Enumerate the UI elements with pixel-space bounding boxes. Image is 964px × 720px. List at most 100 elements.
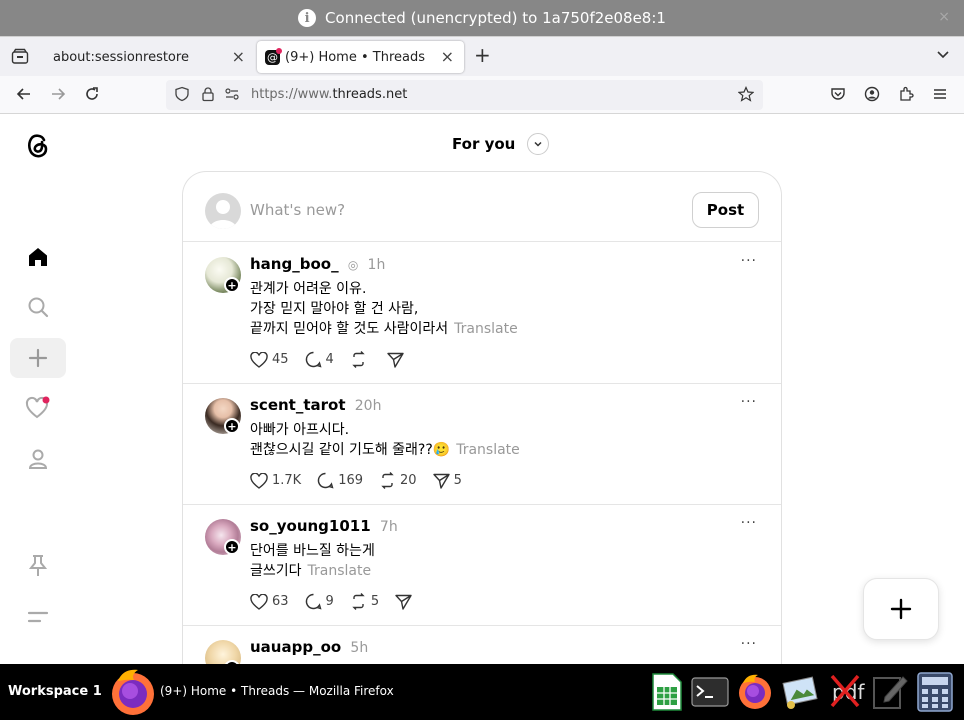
text-editor-icon[interactable] <box>871 672 909 712</box>
bookmark-star-icon[interactable] <box>737 86 755 106</box>
like-button[interactable]: 45 <box>250 351 289 368</box>
post-text: 관계가 어려운 이유. 가장 믿지 말아야 할 건 사람, 끝까지 믿어야 할 … <box>250 279 750 339</box>
lock-icon[interactable] <box>200 86 216 106</box>
translate-link[interactable]: Translate <box>454 321 518 337</box>
avatar[interactable]: + <box>205 257 241 293</box>
avatar[interactable]: + <box>205 519 241 555</box>
composer-placeholder[interactable]: What's new? <box>250 201 345 219</box>
repost-button[interactable]: 5 <box>350 593 379 610</box>
spreadsheet-icon[interactable] <box>648 672 686 712</box>
threads-logo-icon[interactable] <box>24 131 52 159</box>
repost-button[interactable]: 20 <box>379 472 417 489</box>
new-thread-fab[interactable] <box>863 578 939 640</box>
pocket-icon[interactable] <box>828 84 848 104</box>
post[interactable]: + scent_tarot 20h ··· 아빠가 아프시다. 괜찮으시길 같이… <box>183 384 781 505</box>
more-options-icon[interactable]: ··· <box>741 394 757 410</box>
pdf-icon[interactable]: pdf <box>826 672 864 712</box>
feed-selector[interactable]: For you <box>452 133 550 155</box>
firefox-view-icon[interactable] <box>11 48 29 65</box>
post-author[interactable]: so_young1011 7h <box>250 517 398 535</box>
account-icon[interactable] <box>862 84 882 104</box>
terminal-icon[interactable] <box>691 672 729 712</box>
plus-icon <box>890 598 912 620</box>
follow-plus-icon[interactable]: + <box>224 418 240 434</box>
post-button[interactable]: Post <box>692 192 759 228</box>
new-tab-button[interactable]: + <box>474 43 491 67</box>
reply-button[interactable]: 169 <box>317 472 363 489</box>
tab-close-icon[interactable]: × <box>232 47 245 66</box>
share-button[interactable] <box>395 594 412 610</box>
url-prefix: https://www. <box>251 87 333 102</box>
firefox-launcher-icon[interactable] <box>736 672 774 712</box>
post[interactable]: + so_young1011 7h ··· 단어를 바느질 하는게 글쓰기다 Tr… <box>183 505 781 626</box>
image-viewer-icon[interactable] <box>781 672 819 712</box>
translate-link[interactable]: Translate <box>308 563 372 579</box>
follow-plus-icon[interactable]: + <box>224 539 240 555</box>
like-count: 63 <box>272 594 289 609</box>
composer[interactable]: What's new? Post <box>183 172 781 242</box>
more-options-icon[interactable]: ··· <box>741 515 757 531</box>
taskbar-window-title[interactable]: (9+) Home • Threads — Mozilla Firefox <box>160 684 394 698</box>
pin-icon[interactable] <box>24 552 52 580</box>
workspace-label[interactable]: Workspace 1 <box>8 684 102 699</box>
list-all-tabs-icon[interactable] <box>936 46 950 65</box>
taskbar: Workspace 1 (9+) Home • Threads — Mozill… <box>0 664 964 720</box>
repost-button[interactable] <box>350 351 371 368</box>
post-author[interactable]: uauapp_oo 5h <box>250 638 368 656</box>
share-button[interactable]: 5 <box>432 473 462 489</box>
more-options-icon[interactable]: ··· <box>741 253 757 269</box>
like-button[interactable]: 63 <box>250 593 289 610</box>
tab-label: (9+) Home • Threads <box>285 49 425 65</box>
create-icon[interactable] <box>10 338 66 378</box>
reply-button[interactable]: 9 <box>305 593 334 610</box>
username[interactable]: scent_tarot <box>250 396 346 414</box>
post-line: 관계가 어려운 이유. <box>250 281 367 297</box>
avatar[interactable]: + <box>205 398 241 434</box>
url-bar[interactable]: https://www.threads.net <box>166 80 763 110</box>
search-icon[interactable] <box>24 293 52 321</box>
translate-link[interactable]: Translate <box>456 442 520 458</box>
tab-close-icon[interactable]: × <box>441 47 454 66</box>
calculator-icon[interactable] <box>916 672 954 712</box>
tab-sessionrestore[interactable]: about:sessionrestore × <box>41 41 255 73</box>
feed-title: For you <box>452 135 516 153</box>
post[interactable]: + uauapp_oo 5h ··· <box>183 626 781 664</box>
app-menu-icon[interactable] <box>930 84 950 104</box>
extensions-icon[interactable] <box>896 84 916 104</box>
forward-icon[interactable] <box>48 84 68 104</box>
url-text[interactable]: https://www.threads.net <box>251 87 407 102</box>
post-line: 끝까지 믿어야 할 것도 사람이라서 <box>250 321 449 337</box>
firefox-icon[interactable] <box>108 667 158 717</box>
tracking-protection-icon[interactable] <box>174 86 190 106</box>
reload-icon[interactable] <box>82 84 102 104</box>
banner-close-icon[interactable]: × <box>938 9 950 25</box>
follow-plus-icon[interactable]: + <box>224 277 240 293</box>
reply-button[interactable]: 4 <box>305 351 334 368</box>
reply-count: 4 <box>325 352 334 367</box>
post-line: 글쓰기다 <box>250 563 302 579</box>
post-time: 1h <box>367 257 386 273</box>
post[interactable]: + hang_boo_ ◎ 1h ··· 관계가 어려운 이유. 가장 믿지 말… <box>183 243 781 384</box>
like-button[interactable]: 1.7K <box>250 472 301 489</box>
profile-icon[interactable] <box>24 445 52 473</box>
home-icon[interactable] <box>24 243 52 271</box>
repost-count: 20 <box>400 473 417 488</box>
username[interactable]: hang_boo_ <box>250 255 339 273</box>
username[interactable]: uauapp_oo <box>250 638 341 656</box>
favicon-badge <box>276 47 282 54</box>
tab-threads[interactable]: @ (9+) Home • Threads × <box>257 41 464 73</box>
chevron-down-icon[interactable] <box>527 133 550 155</box>
post-author[interactable]: scent_tarot 20h <box>250 396 381 414</box>
avatar[interactable]: + <box>205 640 241 664</box>
activity-heart-icon[interactable] <box>24 394 52 422</box>
back-icon[interactable] <box>14 84 34 104</box>
permissions-icon[interactable] <box>224 86 240 106</box>
post-line: 괜찮으시길 같이 기도해 줄래??🥲 <box>250 442 451 458</box>
more-options-icon[interactable]: ··· <box>741 636 757 652</box>
share-button[interactable] <box>387 352 408 368</box>
connection-banner: i Connected (unencrypted) to 1a750f2e08e… <box>0 0 964 36</box>
more-menu-icon[interactable] <box>24 603 52 631</box>
post-author[interactable]: hang_boo_ ◎ 1h <box>250 255 385 273</box>
info-icon: i <box>298 9 317 27</box>
username[interactable]: so_young1011 <box>250 517 371 535</box>
